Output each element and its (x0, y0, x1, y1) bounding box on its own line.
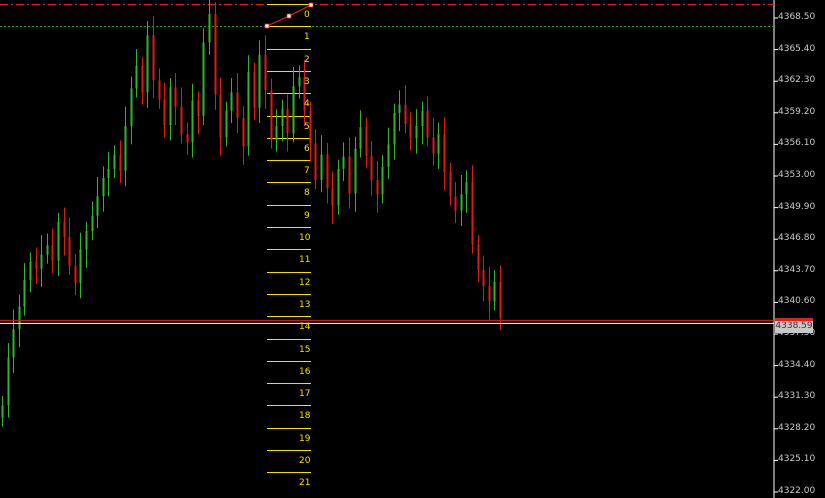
price-tick-label: 4359.20 (778, 106, 816, 117)
price-tick-label: 4322.00 (778, 486, 816, 496)
price-chart[interactable] (0, 0, 825, 498)
price-tick-label: 4343.70 (778, 264, 816, 275)
price-tick-label: 4356.10 (778, 138, 816, 149)
fib-level-label: 3 (304, 76, 310, 87)
fib-level-label: 16 (299, 366, 311, 377)
fib-level-label: 9 (304, 210, 310, 221)
fib-level-label: 11 (299, 254, 311, 265)
fib-level-label: 14 (299, 321, 311, 332)
fib-anchor-handle (264, 23, 270, 29)
fib-level-label: 1 (304, 31, 310, 42)
price-tick-label: 4334.40 (778, 359, 816, 370)
price-axis[interactable]: 4368.50 4365.40 4362.30 4359.20 4356.10 4353.… (774, 0, 825, 498)
fib-level-label: 12 (299, 277, 311, 288)
fib-level-label: 4 (304, 98, 310, 109)
fib-level-label: 8 (304, 187, 310, 198)
price-tick-label: 4328.20 (778, 422, 816, 433)
fib-level-label: 17 (299, 388, 311, 399)
fib-level-label: 7 (304, 165, 310, 176)
fib-level-label: 6 (304, 143, 310, 154)
price-tick-label: 4368.50 (778, 12, 816, 22)
price-tick-label: 4340.60 (778, 296, 816, 307)
price-tick-label: 4353.00 (778, 170, 816, 180)
fib-level-label: 19 (299, 433, 311, 444)
fib-level-label: 0 (304, 9, 310, 20)
fib-level-label: 15 (299, 344, 311, 355)
price-tick-label: 4365.40 (778, 43, 816, 54)
fib-anchor-handle (308, 2, 314, 8)
price-tick-label: 4331.30 (778, 391, 816, 402)
fib-level-label: 20 (299, 455, 311, 466)
fib-anchor-handle (286, 13, 292, 19)
fib-level-label: 2 (304, 54, 310, 65)
current-price-label: 4338.59 (775, 318, 813, 333)
price-tick-label: 4349.90 (778, 201, 816, 212)
fib-level-label: 10 (299, 232, 311, 243)
price-tick-label: 4325.10 (778, 454, 816, 465)
price-tick-label: 4362.30 (778, 75, 816, 86)
price-tick-label: 4346.80 (778, 233, 816, 244)
fib-level-label: 18 (299, 410, 311, 421)
fib-level-label: 5 (304, 121, 310, 132)
fib-level-label: 21 (299, 477, 311, 488)
fib-level-label: 13 (299, 299, 311, 310)
